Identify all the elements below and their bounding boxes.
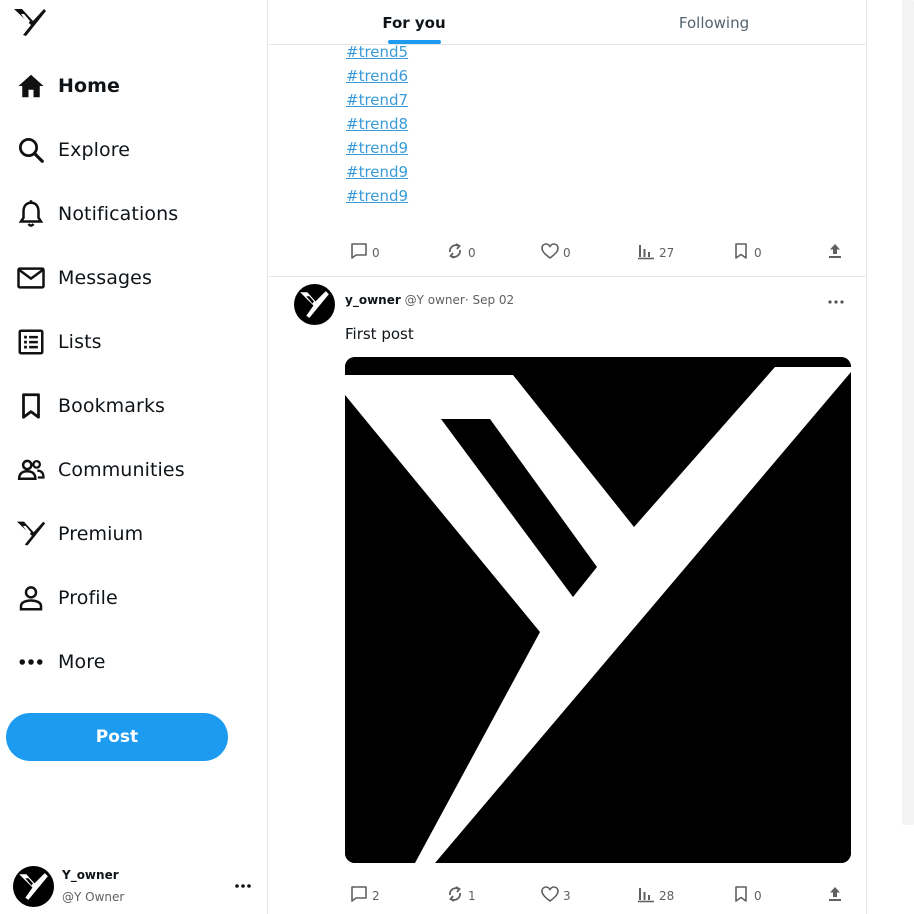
- bookmark-count: 0: [754, 889, 762, 903]
- hashtag-link[interactable]: #trend7: [346, 88, 408, 112]
- reply-count: 0: [372, 246, 380, 260]
- sidebar-item-label: Premium: [58, 523, 144, 545]
- views-button[interactable]: 27: [636, 242, 674, 264]
- mail-icon: [14, 261, 48, 295]
- hashtag-link[interactable]: #trend6: [346, 64, 408, 88]
- reply-button[interactable]: 0: [349, 242, 380, 264]
- sidebar-item-label: Bookmarks: [58, 395, 166, 417]
- views-count: 27: [659, 246, 675, 260]
- y-logo-icon: [14, 517, 48, 551]
- repost-button[interactable]: 0: [445, 242, 476, 264]
- sidebar-item-communities[interactable]: Communities: [14, 450, 185, 490]
- sidebar-item-bookmarks[interactable]: Bookmarks: [14, 386, 165, 426]
- sidebar-item-home[interactable]: Home: [14, 66, 120, 106]
- bookmark-count: 0: [754, 246, 762, 260]
- post-divider: [269, 276, 866, 277]
- hashtag-link[interactable]: #trend8: [346, 112, 408, 136]
- sidebar-item-label: Notifications: [58, 203, 179, 225]
- heart-icon: [540, 884, 560, 909]
- reply-count: 2: [372, 889, 380, 903]
- share-button[interactable]: [825, 885, 845, 907]
- bookmark-icon: [731, 884, 751, 909]
- comment-icon: [349, 884, 369, 909]
- sidebar-item-label: Messages: [58, 267, 152, 289]
- post-header: y_owner @Y owner· Sep 02: [345, 293, 514, 307]
- views-button[interactable]: 28: [636, 885, 674, 907]
- heart-icon: [540, 241, 560, 266]
- people-icon: [14, 453, 48, 487]
- views-count: 28: [659, 889, 675, 903]
- post-button[interactable]: Post: [6, 713, 228, 761]
- views-chart-icon: [636, 241, 656, 266]
- sidebar-item-profile[interactable]: Profile: [14, 578, 118, 618]
- tab-for-you[interactable]: For you: [359, 0, 469, 45]
- share-icon: [825, 241, 845, 266]
- bookmark-icon: [14, 389, 48, 423]
- sidebar-item-notifications[interactable]: Notifications: [14, 194, 178, 234]
- more-dots-icon: [14, 645, 48, 679]
- repost-icon: [445, 241, 465, 266]
- account-switcher[interactable]: Y_owner @Y Owner: [13, 864, 258, 908]
- like-button[interactable]: 3: [540, 885, 571, 907]
- main-feed: For you Following #trend5 #trend6 #trend…: [269, 0, 867, 914]
- hashtag-link[interactable]: #trend9: [346, 160, 408, 184]
- home-icon: [14, 69, 48, 103]
- y-logo-icon[interactable]: [13, 8, 47, 38]
- repost-count: 0: [468, 246, 476, 260]
- sidebar-item-more[interactable]: More: [14, 642, 106, 682]
- bookmark-button[interactable]: 0: [731, 242, 762, 264]
- bookmark-button[interactable]: 0: [731, 885, 762, 907]
- post-actions: 0 0 0 27 0: [349, 242, 849, 264]
- post-separator: ·: [464, 293, 469, 307]
- sidebar-item-premium[interactable]: Premium: [14, 514, 143, 554]
- account-handle: @Y Owner: [62, 890, 125, 904]
- list-icon: [14, 325, 48, 359]
- more-dots-icon[interactable]: [827, 294, 845, 304]
- avatar: [13, 866, 54, 907]
- hashtag-link[interactable]: #trend9: [346, 184, 408, 208]
- more-dots-icon[interactable]: [233, 878, 253, 888]
- comment-icon: [349, 241, 369, 266]
- hashtag-link[interactable]: #trend9: [346, 136, 408, 160]
- sidebar-item-messages[interactable]: Messages: [14, 258, 152, 298]
- sidebar-item-label: Home: [58, 75, 121, 97]
- reply-button[interactable]: 2: [349, 885, 380, 907]
- bell-icon: [14, 197, 48, 231]
- person-icon: [14, 581, 48, 615]
- post-date[interactable]: Sep 02: [472, 293, 514, 307]
- active-tab-indicator: [388, 40, 441, 44]
- like-count: 0: [563, 246, 571, 260]
- avatar[interactable]: [294, 284, 335, 325]
- account-name: Y_owner: [62, 868, 119, 882]
- sidebar-item-label: Lists: [58, 331, 102, 353]
- repost-icon: [445, 884, 465, 909]
- repost-count: 1: [468, 889, 476, 903]
- sidebar-item-label: Explore: [58, 139, 130, 161]
- bookmark-icon: [731, 241, 751, 266]
- repost-button[interactable]: 1: [445, 885, 476, 907]
- post-actions: 2 1 3 28 0: [349, 885, 849, 907]
- sidebar-item-label: Communities: [58, 459, 185, 481]
- post-author-name[interactable]: y_owner: [345, 293, 401, 307]
- sidebar-item-lists[interactable]: Lists: [14, 322, 102, 362]
- sidebar-item-label: More: [58, 651, 106, 673]
- views-chart-icon: [636, 884, 656, 909]
- y-logo-image[interactable]: [345, 357, 851, 863]
- hashtag-list: #trend5 #trend6 #trend7 #trend8 #trend9 …: [346, 40, 408, 208]
- like-count: 3: [563, 889, 571, 903]
- post-text: First post: [345, 325, 414, 343]
- share-button[interactable]: [825, 242, 845, 264]
- scrollbar[interactable]: [902, 0, 914, 825]
- sidebar: Home Explore Notifications Messages List…: [0, 0, 268, 914]
- tab-following[interactable]: Following: [659, 0, 769, 45]
- feed-tabs: For you Following: [269, 0, 866, 45]
- sidebar-item-label: Profile: [58, 587, 118, 609]
- sidebar-item-explore[interactable]: Explore: [14, 130, 130, 170]
- share-icon: [825, 884, 845, 909]
- like-button[interactable]: 0: [540, 242, 571, 264]
- search-icon: [14, 133, 48, 167]
- post-author-handle: @Y owner: [404, 293, 465, 307]
